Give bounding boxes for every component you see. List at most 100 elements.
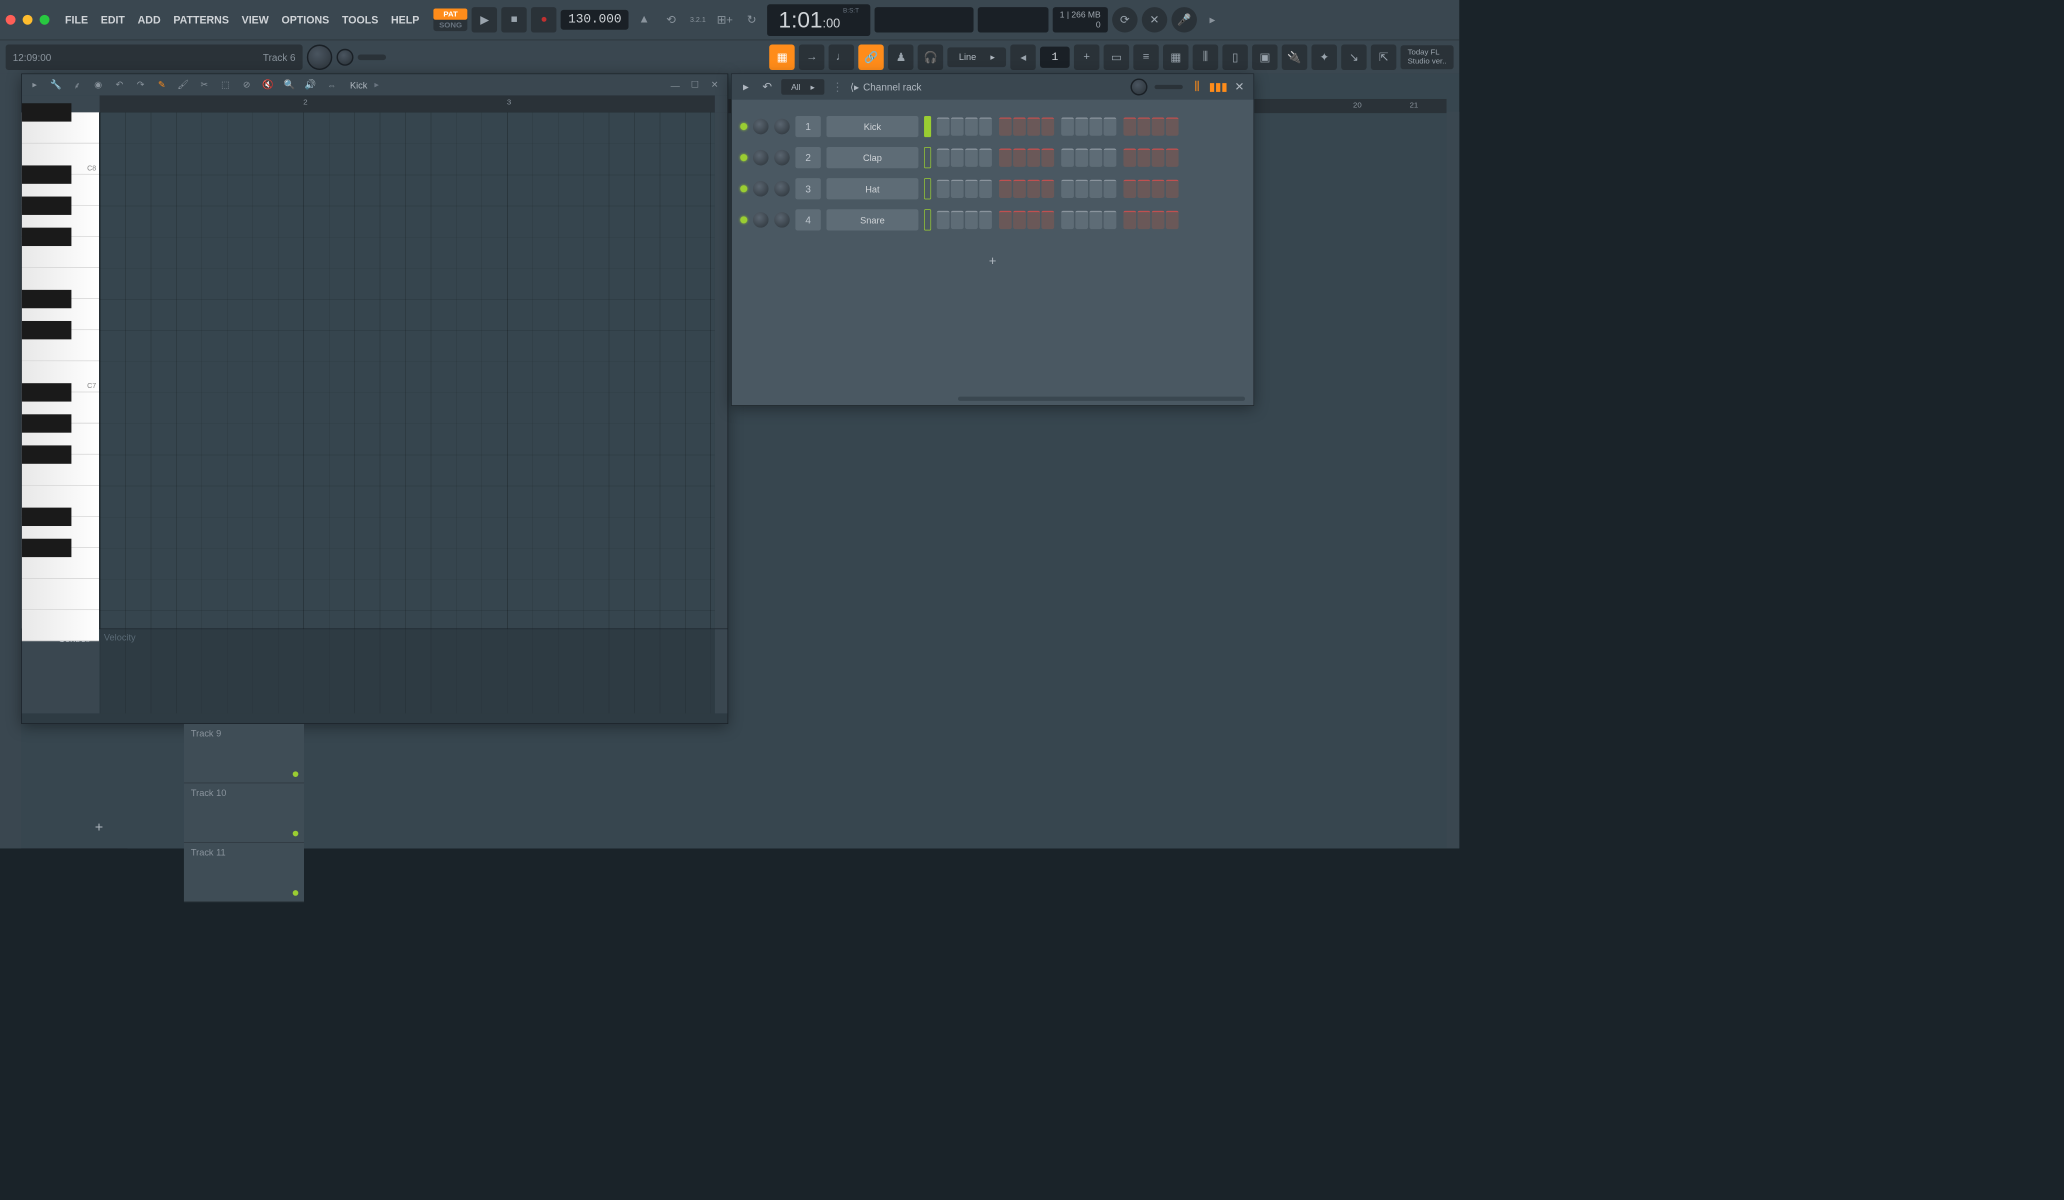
pr-zoom-icon[interactable]: 🔍 [282, 78, 296, 92]
pr-wrench-icon[interactable]: 🔧 [49, 78, 63, 92]
step-button[interactable] [1123, 117, 1136, 135]
song-position-display[interactable]: 1:01:00 B:S:T [767, 4, 870, 36]
channel-vol-knob[interactable] [774, 150, 790, 166]
pr-menu-icon[interactable]: ▸ [28, 78, 42, 92]
expand-icon[interactable]: ▸ [1201, 8, 1224, 31]
step-button[interactable] [999, 211, 1012, 229]
playlist-vscrollbar[interactable] [1447, 112, 1460, 849]
step-button[interactable] [937, 211, 950, 229]
pr-stamp-icon[interactable]: ◉ [91, 78, 105, 92]
channel-vol-knob[interactable] [774, 119, 790, 135]
step-button[interactable] [951, 211, 964, 229]
step-button[interactable] [1061, 211, 1074, 229]
play-button[interactable]: ▶ [472, 7, 497, 32]
step-button[interactable] [999, 117, 1012, 135]
pr-maximize-icon[interactable]: ☐ [688, 78, 702, 92]
piano-roll-channel-name[interactable]: Kick [350, 80, 367, 91]
step-button[interactable] [979, 211, 992, 229]
step-button[interactable] [1075, 117, 1088, 135]
menu-view[interactable]: VIEW [237, 11, 273, 29]
step-sequencer-row[interactable] [937, 180, 1179, 198]
step-button[interactable] [979, 117, 992, 135]
pr-magnet-icon[interactable]: ⸙ [70, 78, 84, 92]
pr-slice-icon[interactable]: ✂ [197, 78, 211, 92]
menu-help[interactable]: HELP [387, 11, 424, 29]
step-button[interactable] [951, 180, 964, 198]
tempo-tapper-icon[interactable]: ✦ [1311, 44, 1336, 69]
step-button[interactable] [1061, 180, 1074, 198]
loop-record-icon[interactable]: ↻ [740, 8, 763, 31]
step-button[interactable] [1152, 148, 1165, 166]
channel-pan-knob[interactable] [753, 212, 769, 228]
view-mixer-icon[interactable]: ⫼ [1193, 44, 1218, 69]
step-button[interactable] [1089, 117, 1102, 135]
step-button[interactable] [965, 211, 978, 229]
pr-undo-icon[interactable]: ↶ [112, 78, 126, 92]
record-button[interactable]: ● [531, 7, 556, 32]
pr-playback-icon[interactable]: 🔊 [303, 78, 317, 92]
step-button[interactable] [965, 180, 978, 198]
channel-name-button[interactable]: Clap [826, 147, 918, 168]
step-button[interactable] [1166, 211, 1179, 229]
channel-name-button[interactable]: Kick [826, 116, 918, 137]
step-button[interactable] [1013, 180, 1026, 198]
cr-undo-icon[interactable]: ↶ [760, 80, 774, 94]
arrange-icon[interactable]: ⇱ [1371, 44, 1396, 69]
step-sequencer-row[interactable] [937, 211, 1179, 229]
step-button[interactable] [999, 180, 1012, 198]
pattern-song-toggle[interactable]: PAT SONG [433, 8, 467, 31]
step-button[interactable] [1166, 148, 1179, 166]
piano-roll-timeline[interactable]: 2 3 [100, 95, 715, 112]
menu-file[interactable]: FILE [61, 11, 92, 29]
channel-mute-led[interactable] [740, 185, 747, 192]
playlist-track-header[interactable]: Track 11 [184, 843, 304, 902]
step-button[interactable] [1089, 148, 1102, 166]
step-button[interactable] [1027, 148, 1040, 166]
tempo-display[interactable]: 130.000 [561, 10, 629, 30]
step-button[interactable] [1123, 148, 1136, 166]
channel-mute-led[interactable] [740, 123, 747, 130]
step-button[interactable] [965, 117, 978, 135]
cr-swing-slider[interactable] [1155, 85, 1183, 89]
pr-redo-icon[interactable]: ↷ [134, 78, 148, 92]
step-button[interactable] [1138, 148, 1151, 166]
step-button[interactable] [1166, 180, 1179, 198]
step-button[interactable] [979, 180, 992, 198]
step-button[interactable] [1041, 117, 1054, 135]
view-playlist-icon[interactable]: ▭ [1104, 44, 1129, 69]
step-button[interactable] [1027, 211, 1040, 229]
midi-settings-button[interactable]: ✕ [1142, 7, 1167, 32]
cpu-memory-panel[interactable]: 1 | 266 MB 0 [1053, 7, 1108, 32]
pr-minimize-icon[interactable]: — [668, 78, 682, 92]
maximize-window-button[interactable] [40, 15, 50, 25]
channel-select[interactable] [924, 178, 931, 199]
cr-step-icon[interactable]: ▮▮▮ [1211, 80, 1225, 94]
channel-name-button[interactable]: Snare [826, 209, 918, 230]
step-button[interactable] [1138, 180, 1151, 198]
step-button[interactable] [1104, 117, 1117, 135]
step-button[interactable] [1013, 117, 1026, 135]
pr-draw-icon[interactable]: ✎ [155, 78, 169, 92]
song-mode-button[interactable]: SONG [433, 20, 467, 31]
step-button[interactable] [1089, 180, 1102, 198]
step-button[interactable] [1089, 211, 1102, 229]
channel-vol-knob[interactable] [774, 212, 790, 228]
pr-close-icon[interactable]: ✕ [708, 78, 722, 92]
channel-pan-knob[interactable] [753, 181, 769, 197]
close-all-icon[interactable]: ↘ [1341, 44, 1366, 69]
step-button[interactable] [1123, 180, 1136, 198]
step-button[interactable] [1152, 211, 1165, 229]
step-button[interactable] [1027, 117, 1040, 135]
channel-number[interactable]: 4 [795, 209, 820, 230]
channel-number[interactable]: 1 [795, 116, 820, 137]
step-button[interactable] [999, 148, 1012, 166]
step-button[interactable] [1013, 211, 1026, 229]
channel-number[interactable]: 3 [795, 178, 820, 199]
link-button[interactable]: 🔗 [858, 44, 883, 69]
horizontal-slider[interactable] [358, 54, 386, 60]
step-button[interactable] [1104, 211, 1117, 229]
news-panel[interactable]: Today FLStudio ver.. [1401, 45, 1454, 69]
channel-pan-knob[interactable] [753, 150, 769, 166]
pattern-number[interactable]: 1 [1040, 46, 1069, 67]
pr-mute-icon[interactable]: ⊘ [240, 78, 254, 92]
